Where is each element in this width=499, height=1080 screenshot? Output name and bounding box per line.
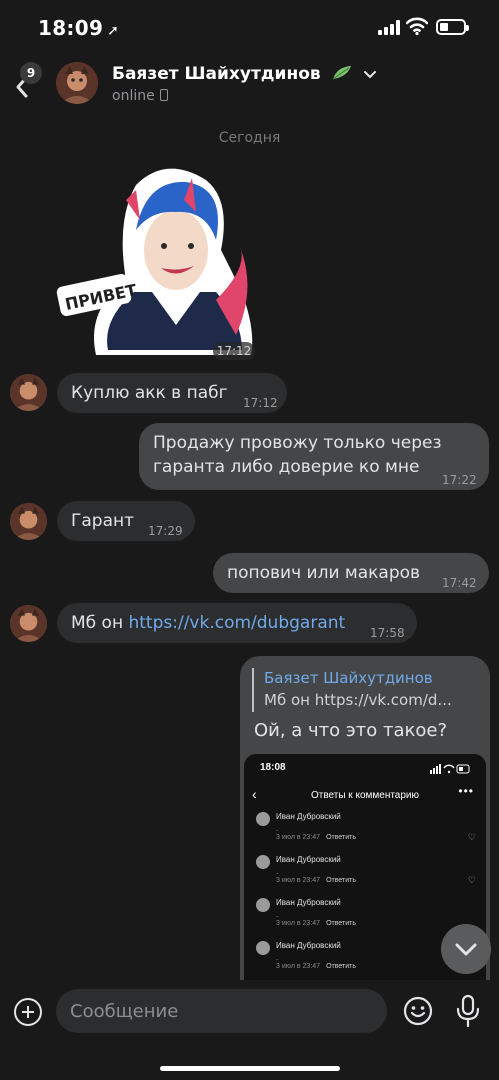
screenshot-comment-body: . (276, 867, 279, 876)
screenshot-comment-meta: 3 июл в 23:47 Ответить (276, 834, 356, 841)
message-text-prefix: Мб он (71, 613, 129, 633)
wifi-icon (406, 17, 428, 36)
chevron-down-icon (455, 943, 477, 956)
screenshot-comment-avatar (256, 812, 270, 826)
status-bar: 18:09 ➚ (0, 0, 499, 56)
message-input[interactable] (56, 989, 387, 1033)
screenshot-comment-avatar (256, 898, 270, 912)
message-time: 17:42 (442, 576, 477, 590)
message-bubble-incoming[interactable]: Куплю акк в пабг 17:12 (57, 373, 287, 413)
screenshot-comment-body: . (276, 953, 279, 962)
screenshot-comment-body: . (276, 824, 279, 833)
message-link[interactable]: https://vk.com/dubgarant (128, 613, 345, 633)
screenshot-more-icon: ••• (458, 784, 474, 798)
status-time: 18:09 ➚ (38, 16, 119, 40)
screenshot-comment-name: Иван Дубровский (276, 898, 341, 907)
screenshot-comment-meta: 3 июл в 23:47 Ответить (276, 963, 356, 970)
message-text: Гарант (71, 511, 135, 531)
date-separator: Сегодня (218, 130, 281, 146)
screenshot-status-icons (430, 764, 470, 774)
add-attachment-button[interactable] (14, 998, 42, 1026)
message-time: 17:12 (243, 396, 278, 410)
message-text: Мб он https://vk.com/dubgarant (71, 611, 345, 635)
screenshot-comment: Иван Дубровский . 3 июл в 23:47 Ответить … (256, 812, 480, 852)
screenshot-comment-meta: 3 июл в 23:47 Ответить (276, 920, 356, 927)
sender-avatar[interactable] (10, 374, 47, 411)
battery-icon (436, 19, 469, 35)
screenshot-comment-reply: Ответить (326, 834, 356, 841)
quote-author: Баязет Шайхутдинов (264, 669, 433, 687)
message-time: 17:29 (148, 524, 183, 538)
message-time: 17:22 (442, 473, 477, 487)
reply-text: Ой, а что это такое? (254, 720, 448, 741)
contact-status-text: online (112, 88, 155, 104)
heart-icon: ♡ (467, 875, 476, 885)
sender-avatar[interactable] (10, 503, 47, 540)
screenshot-comment-date: 3 июл в 23:47 (276, 834, 321, 841)
screenshot-comment-avatar (256, 855, 270, 869)
message-text: Продажу провожу только через гаранта либ… (153, 431, 442, 479)
message-bubble-outgoing[interactable]: Продажу провожу только через гаранта либ… (139, 423, 489, 490)
screenshot-title: Ответы к комментарию (310, 790, 420, 801)
message-composer (0, 980, 499, 1080)
scroll-to-bottom-button[interactable] (441, 924, 491, 974)
screenshot-comment-date: 3 июл в 23:47 (276, 877, 321, 884)
screenshot-comment-reply: Ответить (326, 877, 356, 884)
reply-quote[interactable]: Баязет Шайхутдинов Мб он https://vk.com/… (252, 668, 478, 712)
message-text: попович или макаров (227, 563, 421, 583)
chevron-down-icon[interactable] (364, 71, 377, 79)
screenshot-comment-date: 3 июл в 23:47 (276, 920, 321, 927)
mobile-phone-icon (159, 89, 168, 101)
sticker-time: 17:12 (213, 342, 255, 360)
emoji-icon[interactable] (403, 996, 433, 1026)
contact-status: online (112, 88, 168, 104)
screenshot-comment-reply: Ответить (326, 963, 356, 970)
home-indicator[interactable] (160, 1066, 340, 1071)
location-arrow-icon: ➚ (107, 23, 120, 39)
header-avatar[interactable] (56, 62, 98, 104)
quote-text: Мб он https://vk.com/d... (264, 691, 452, 709)
message-bubble-outgoing[interactable]: попович или макаров 17:42 (213, 553, 489, 593)
screenshot-comment-name: Иван Дубровский (276, 941, 341, 950)
leaf-badge-icon (332, 66, 351, 80)
message-text: Куплю акк в пабг (71, 383, 228, 403)
screenshot-comment-name: Иван Дубровский (276, 855, 341, 864)
screenshot-comment-date: 3 июл в 23:47 (276, 963, 321, 970)
contact-name[interactable]: Баязет Шайхутдинов (112, 64, 377, 84)
contact-name-text: Баязет Шайхутдинов (112, 64, 321, 84)
message-bubble-incoming[interactable]: Гарант 17:29 (57, 501, 195, 541)
unread-count-badge[interactable]: 9 (20, 62, 42, 84)
screenshot-comment-meta: 3 июл в 23:47 Ответить (276, 877, 356, 884)
sender-avatar[interactable] (10, 605, 47, 642)
message-line: гаранта либо доверие ко мне (153, 457, 420, 477)
message-bubble-incoming[interactable]: Мб он https://vk.com/dubgarant 17:58 (57, 603, 417, 643)
screenshot-comment-reply: Ответить (326, 920, 356, 927)
screenshot-comment-body: . (276, 910, 279, 919)
message-time: 17:58 (370, 626, 405, 640)
screenshot-comment: Иван Дубровский . 3 июл в 23:47 Ответить … (256, 855, 480, 895)
message-line: Продажу провожу только через (153, 433, 442, 453)
screenshot-comment-avatar (256, 941, 270, 955)
screenshot-status-time: 18:08 (260, 762, 286, 773)
status-time-text: 18:09 (38, 16, 104, 40)
screenshot-comment-name: Иван Дубровский (276, 812, 341, 821)
sticker-image[interactable]: ПРИВЕТ (56, 160, 266, 360)
microphone-icon[interactable] (454, 994, 482, 1028)
signal-icon (378, 20, 402, 35)
heart-icon: ♡ (467, 832, 476, 842)
